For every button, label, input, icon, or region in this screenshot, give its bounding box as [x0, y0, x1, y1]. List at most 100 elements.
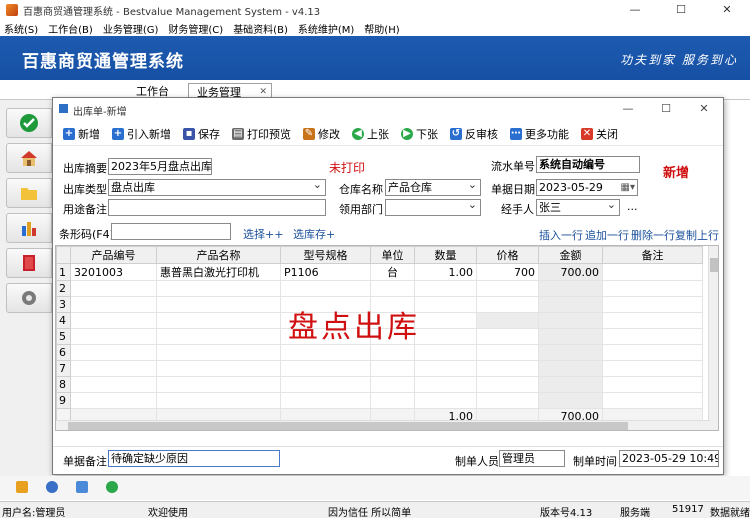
main-minimize-button[interactable]: —	[612, 0, 658, 20]
cell-price[interactable]	[476, 392, 539, 409]
cell-model[interactable]: P1106	[280, 263, 371, 281]
barcode-input[interactable]	[111, 223, 231, 240]
table-row[interactable]: 8	[56, 376, 703, 393]
cell-remark[interactable]	[602, 280, 703, 297]
cell-amount[interactable]	[538, 328, 603, 345]
menu-basic-data[interactable]: 基础资料(B)	[233, 21, 288, 36]
grid-vertical-scrollbar[interactable]	[708, 246, 718, 430]
cell-unit[interactable]	[370, 392, 415, 409]
table-row[interactable]: 1 3201003 惠普黑白激光打印机 P1106 台 1.00 700 700.00	[56, 263, 703, 281]
time-input[interactable]: 2023-05-29 10:49:56	[619, 450, 719, 467]
cell-unit[interactable]	[370, 376, 415, 393]
grid-hscroll-thumb[interactable]	[68, 422, 628, 430]
cell-model[interactable]	[280, 344, 371, 361]
cell-amount[interactable]: 700.00	[538, 263, 603, 281]
quick-search-icon[interactable]	[76, 481, 88, 493]
cell-product-name[interactable]	[156, 280, 281, 297]
cell-price[interactable]: 700	[476, 263, 539, 281]
more-functions-button[interactable]: ⋯ 更多功能	[510, 126, 569, 142]
quick-refresh-icon[interactable]	[106, 481, 118, 493]
cell-product-code[interactable]	[70, 344, 157, 361]
select-product-link[interactable]: 选择++	[243, 226, 283, 242]
cell-unit[interactable]	[370, 280, 415, 297]
cell-remark[interactable]	[602, 263, 703, 281]
cell-price[interactable]	[476, 376, 539, 393]
cell-product-code[interactable]	[70, 360, 157, 377]
cell-remark[interactable]	[602, 296, 703, 313]
cell-qty[interactable]: 1.00	[414, 263, 477, 281]
cell-product-name[interactable]	[156, 296, 281, 313]
cell-product-name[interactable]: 惠普黑白激光打印机	[156, 263, 281, 281]
cell-product-code[interactable]: 3201003	[70, 263, 157, 281]
cell-product-code[interactable]	[70, 312, 157, 329]
cell-product-code[interactable]	[70, 296, 157, 313]
append-row-link[interactable]: 追加一行	[585, 227, 629, 243]
cell-amount[interactable]	[538, 376, 603, 393]
cell-product-name[interactable]	[156, 376, 281, 393]
maker-input[interactable]: 管理员	[499, 450, 565, 467]
cell-product-code[interactable]	[70, 376, 157, 393]
cell-remark[interactable]	[602, 312, 703, 329]
next-button[interactable]: ▶ 下张	[401, 126, 438, 142]
cell-product-name[interactable]	[156, 328, 281, 345]
cell-price[interactable]	[476, 296, 539, 313]
note-input[interactable]: 待确定缺少原因	[108, 450, 280, 467]
cell-qty[interactable]	[414, 296, 477, 313]
cell-remark[interactable]	[602, 344, 703, 361]
calendar-icon[interactable]: ▦▾	[621, 180, 635, 195]
cell-unit[interactable]: 台	[370, 263, 415, 281]
cell-remark[interactable]	[602, 360, 703, 377]
cell-qty[interactable]	[414, 360, 477, 377]
cell-price[interactable]	[476, 344, 539, 361]
save-button[interactable]: ▪ 保存	[183, 126, 220, 142]
insert-row-link[interactable]: 插入一行	[539, 227, 583, 243]
cell-remark[interactable]	[602, 392, 703, 409]
cell-remark[interactable]	[602, 376, 703, 393]
cell-amount[interactable]	[538, 344, 603, 361]
cell-price[interactable]	[476, 280, 539, 297]
cell-amount[interactable]	[538, 312, 603, 329]
dialog-close-button[interactable]: ✕	[685, 98, 723, 120]
main-maximize-button[interactable]: ☐	[658, 0, 704, 20]
cell-amount[interactable]	[538, 392, 603, 409]
cell-model[interactable]	[280, 376, 371, 393]
cell-product-name[interactable]	[156, 360, 281, 377]
grid-vscroll-thumb[interactable]	[710, 258, 718, 272]
dialog-maximize-button[interactable]: ☐	[647, 98, 685, 120]
cell-product-name[interactable]	[156, 312, 281, 329]
shortcut-settings-button[interactable]	[6, 283, 52, 313]
import-new-button[interactable]: + 引入新增	[112, 126, 171, 142]
table-row[interactable]: 6	[56, 344, 703, 361]
menu-workbench[interactable]: 工作台(B)	[48, 21, 93, 36]
menu-finance[interactable]: 财务管理(C)	[168, 21, 223, 36]
print-preview-button[interactable]: ▤ 打印预览	[232, 126, 291, 142]
cell-qty[interactable]	[414, 376, 477, 393]
cell-model[interactable]	[280, 280, 371, 297]
type-select[interactable]: 盘点出库	[108, 179, 326, 196]
table-row[interactable]: 2	[56, 280, 703, 297]
edit-button[interactable]: ✎ 修改	[303, 126, 340, 142]
cell-product-name[interactable]	[156, 392, 281, 409]
cell-price[interactable]	[476, 328, 539, 345]
shortcut-home-button[interactable]	[6, 143, 52, 173]
shortcut-folder-button[interactable]	[6, 178, 52, 208]
table-row[interactable]: 7	[56, 360, 703, 377]
cell-qty[interactable]	[414, 280, 477, 297]
menu-business[interactable]: 业务管理(G)	[103, 21, 159, 36]
close-button[interactable]: ✕ 关闭	[581, 126, 618, 142]
date-input[interactable]: 2023-05-29 ▦▾	[536, 179, 638, 196]
purpose-input[interactable]	[108, 199, 326, 216]
menu-maintenance[interactable]: 系统维护(M)	[298, 21, 354, 36]
warehouse-select[interactable]: 产品仓库	[385, 179, 481, 196]
cell-product-code[interactable]	[70, 392, 157, 409]
cell-product-code[interactable]	[70, 280, 157, 297]
cell-amount[interactable]	[538, 360, 603, 377]
handler-select[interactable]: 张三	[536, 199, 620, 216]
select-stock-link[interactable]: 选库存+	[293, 226, 335, 242]
quick-folder-icon[interactable]	[16, 481, 28, 493]
cell-qty[interactable]	[414, 392, 477, 409]
new-button[interactable]: + 新增	[63, 126, 100, 142]
dept-select[interactable]	[385, 199, 481, 216]
cell-qty[interactable]	[414, 344, 477, 361]
copy-prev-row-link[interactable]: 复制上行	[675, 227, 719, 243]
